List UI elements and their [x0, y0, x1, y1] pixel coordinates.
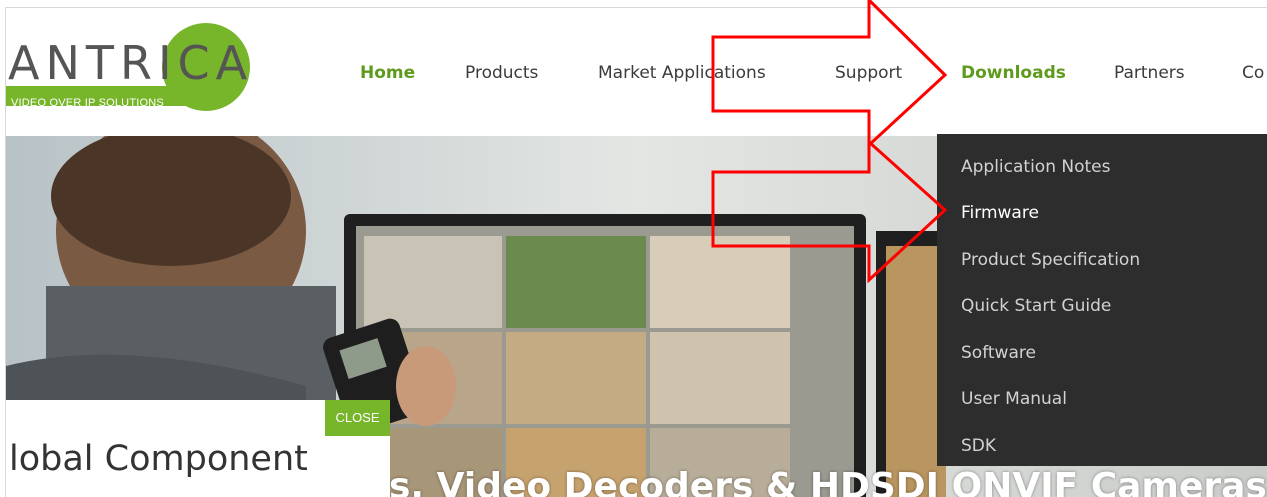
- dropdown-item-user-manual[interactable]: User Manual: [961, 389, 1067, 409]
- nav-contact[interactable]: Co: [1242, 63, 1264, 83]
- hero-title: s, Video Decoders & HDSDI ONVIF Cameras: [389, 466, 1267, 497]
- site-header: ANTRICA VIDEO OVER IP SOLUTIONS Home Pro…: [6, 8, 1267, 136]
- dropdown-item-quick-start-guide[interactable]: Quick Start Guide: [961, 296, 1111, 316]
- nav-market-applications[interactable]: Market Applications: [598, 63, 766, 83]
- web-page: ANTRICA VIDEO OVER IP SOLUTIONS Home Pro…: [5, 7, 1267, 497]
- dropdown-item-firmware[interactable]: Firmware: [961, 203, 1039, 223]
- dropdown-item-software[interactable]: Software: [961, 343, 1036, 363]
- popup-text: lobal Component: [9, 439, 308, 479]
- nav-support[interactable]: Support: [835, 63, 902, 83]
- dropdown-item-application-notes[interactable]: Application Notes: [961, 157, 1111, 177]
- dropdown-item-product-specification[interactable]: Product Specification: [961, 250, 1140, 270]
- close-button[interactable]: CLOSE: [325, 400, 390, 436]
- nav-partners[interactable]: Partners: [1114, 63, 1185, 83]
- nav-downloads[interactable]: Downloads: [961, 63, 1066, 83]
- nav-home[interactable]: Home: [360, 63, 415, 83]
- main-nav: Home Products Market Applications Suppor…: [6, 8, 1267, 136]
- dropdown-item-sdk[interactable]: SDK: [961, 436, 996, 456]
- downloads-dropdown: Application Notes Firmware Product Speci…: [937, 134, 1267, 466]
- nav-products[interactable]: Products: [465, 63, 538, 83]
